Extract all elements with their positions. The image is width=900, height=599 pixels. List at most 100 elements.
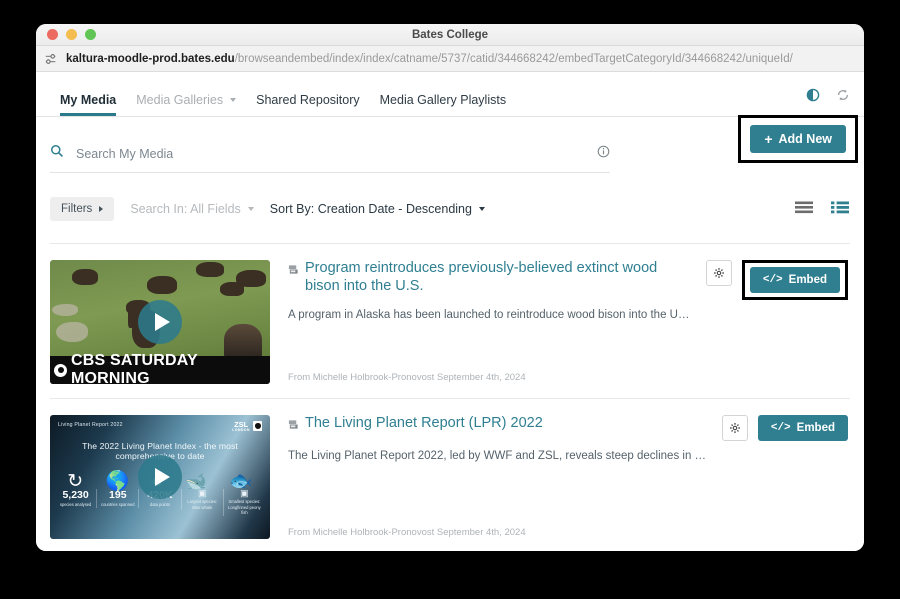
- tab-label: My Media: [60, 93, 117, 107]
- play-icon[interactable]: [138, 455, 182, 499]
- cbs-eye-icon: [54, 363, 67, 377]
- contrast-toggle-icon[interactable]: [806, 88, 820, 107]
- nav-tabs: My Media Media Galleries Shared Reposito…: [50, 93, 516, 116]
- nav-right-icons: [806, 88, 850, 116]
- rock-shape: [56, 322, 88, 342]
- table-row: Living Planet Report 2022 ZSL LONDON The…: [50, 399, 850, 551]
- thumbnail-brand-logos: ZSL LONDON: [232, 421, 262, 432]
- window-title: Bates College: [411, 28, 489, 41]
- table-view-icon[interactable]: [794, 200, 814, 219]
- media-meta: Program reintroduces previously-believed…: [270, 260, 706, 384]
- bison-shape: [196, 262, 224, 277]
- chevron-down-icon: [230, 97, 237, 102]
- search-input[interactable]: [76, 146, 589, 161]
- plus-icon: +: [764, 131, 773, 147]
- media-description: A program in Alaska has been launched to…: [288, 309, 692, 322]
- zsl-logo: ZSL LONDON: [232, 421, 250, 432]
- globe-pin-icon: 🌎: [105, 470, 130, 492]
- media-settings-button[interactable]: [721, 415, 748, 441]
- tab-label: Media Gallery Playlists: [379, 93, 507, 107]
- main-navigation: My Media Media Galleries Shared Reposito…: [36, 72, 864, 117]
- sort-by-label: Sort By: Creation Date - Descending: [269, 202, 472, 216]
- wwf-panda-icon: [253, 421, 262, 432]
- stat-glyph: ▣: [197, 488, 207, 498]
- media-settings-button[interactable]: [705, 260, 732, 286]
- search-icon: [50, 144, 64, 163]
- info-circle-icon[interactable]: [597, 145, 610, 163]
- media-title-link[interactable]: The Living Planet Report (LPR) 2022: [288, 415, 708, 436]
- media-thumbnail[interactable]: Living Planet Report 2022 ZSL LONDON The…: [50, 415, 270, 539]
- bison-shape: [220, 282, 244, 296]
- embed-button[interactable]: </> Embed: [749, 267, 840, 293]
- view-toggle-group: [794, 200, 850, 219]
- channel-logo-text: CBS SATURDAY MORNING: [71, 352, 198, 384]
- sort-by-dropdown[interactable]: Sort By: Creation Date - Descending: [270, 202, 485, 216]
- stat-item: 195 countries spanned: [96, 489, 138, 508]
- video-type-icon: [288, 418, 299, 436]
- media-description: The Living Planet Report 2022, led by WW…: [288, 449, 708, 462]
- search-in-label: Search In: All Fields: [130, 202, 241, 216]
- stat-label: countries spanned: [101, 502, 135, 508]
- filter-toolbar: Filters Search In: All Fields Sort By: C…: [50, 197, 850, 221]
- stat-glyph: ▣: [240, 488, 249, 498]
- url-path: /browseandembed/index/index/catname/5737…: [234, 52, 793, 65]
- stat-item: ▣ Largest species: Blue whale: [180, 488, 223, 511]
- tab-media-gallery-playlists[interactable]: Media Gallery Playlists: [370, 93, 516, 116]
- search-bar[interactable]: [50, 144, 610, 173]
- embed-label: Embed: [796, 422, 835, 434]
- media-title-label: The Living Planet Report (LPR) 2022: [305, 415, 543, 431]
- stat-number: 5,230: [62, 489, 89, 501]
- rock-shape: [52, 304, 78, 316]
- stat-label: data points: [149, 502, 171, 508]
- row-actions: </> Embed: [705, 260, 850, 384]
- stat-item: 5,230 species analysed: [55, 489, 96, 508]
- table-row: CBS SATURDAY MORNING Program reintroduce…: [50, 244, 850, 399]
- media-attribution: From Michelle Holbrook-Pronovost Septemb…: [288, 527, 526, 538]
- media-thumbnail[interactable]: CBS SATURDAY MORNING: [50, 260, 270, 384]
- url-host: kaltura-moodle-prod.bates.edu: [66, 52, 235, 65]
- tab-shared-repository[interactable]: Shared Repository: [246, 93, 370, 116]
- add-new-label: Add New: [778, 132, 832, 146]
- tab-my-media[interactable]: My Media: [50, 93, 126, 116]
- tab-label: Shared Repository: [256, 93, 360, 107]
- stat-label: Largest species: Blue whale: [187, 499, 218, 510]
- media-title-label: Program reintroduces previously-believed…: [305, 260, 658, 294]
- search-in-dropdown[interactable]: Search In: All Fields: [130, 202, 254, 216]
- add-new-button[interactable]: + Add New: [750, 125, 846, 153]
- media-meta: The Living Planet Report (LPR) 2022 The …: [270, 415, 722, 539]
- refresh-icon[interactable]: [836, 88, 850, 107]
- row-actions: </> Embed: [721, 415, 850, 539]
- tab-label: Media Galleries: [136, 93, 224, 107]
- stat-item: ▣ Smallest species: Longfinned peony fis…: [222, 488, 265, 516]
- browser-window: Bates College kaltura-moodle-prod.bates.…: [36, 24, 864, 551]
- media-attribution: From Michelle Holbrook-Pronovost Septemb…: [288, 372, 526, 383]
- url-text: kaltura-moodle-prod.bates.edu/browseande…: [66, 53, 793, 65]
- thumbnail-kicker: Living Planet Report 2022: [58, 422, 123, 428]
- chevron-right-icon: [99, 206, 104, 212]
- media-list: CBS SATURDAY MORNING Program reintroduce…: [50, 243, 850, 551]
- window-titlebar: Bates College: [36, 24, 864, 46]
- gear-icon: [729, 423, 740, 433]
- filters-label: Filters: [61, 203, 93, 215]
- code-icon: </>: [762, 274, 783, 286]
- zsl-logo-sub: LONDON: [232, 427, 250, 432]
- filters-button[interactable]: Filters: [50, 197, 115, 221]
- page-settings-icon[interactable]: [44, 52, 58, 66]
- url-bar[interactable]: kaltura-moodle-prod.bates.edu/browseande…: [36, 46, 864, 72]
- page-content: My Media Media Galleries Shared Reposito…: [36, 72, 864, 551]
- page-body: Filters Search In: All Fields Sort By: C…: [36, 144, 864, 551]
- stat-label: Smallest species: Longfinned peony fish: [228, 499, 261, 516]
- embed-highlight-box: </> Embed: [741, 260, 848, 300]
- play-icon[interactable]: [138, 300, 182, 344]
- video-type-icon: [288, 263, 299, 281]
- embed-button[interactable]: </> Embed: [757, 415, 848, 441]
- chevron-down-icon: [478, 206, 485, 211]
- bison-shape: [147, 276, 177, 294]
- chevron-down-icon: [247, 206, 254, 211]
- code-icon: </>: [770, 422, 791, 434]
- stat-label: species analysed: [59, 502, 92, 508]
- tab-media-galleries[interactable]: Media Galleries: [126, 93, 246, 116]
- media-title-link[interactable]: Program reintroduces previously-believed…: [288, 260, 692, 295]
- detail-view-icon[interactable]: [830, 200, 850, 219]
- add-new-highlight-box: + Add New: [738, 115, 858, 163]
